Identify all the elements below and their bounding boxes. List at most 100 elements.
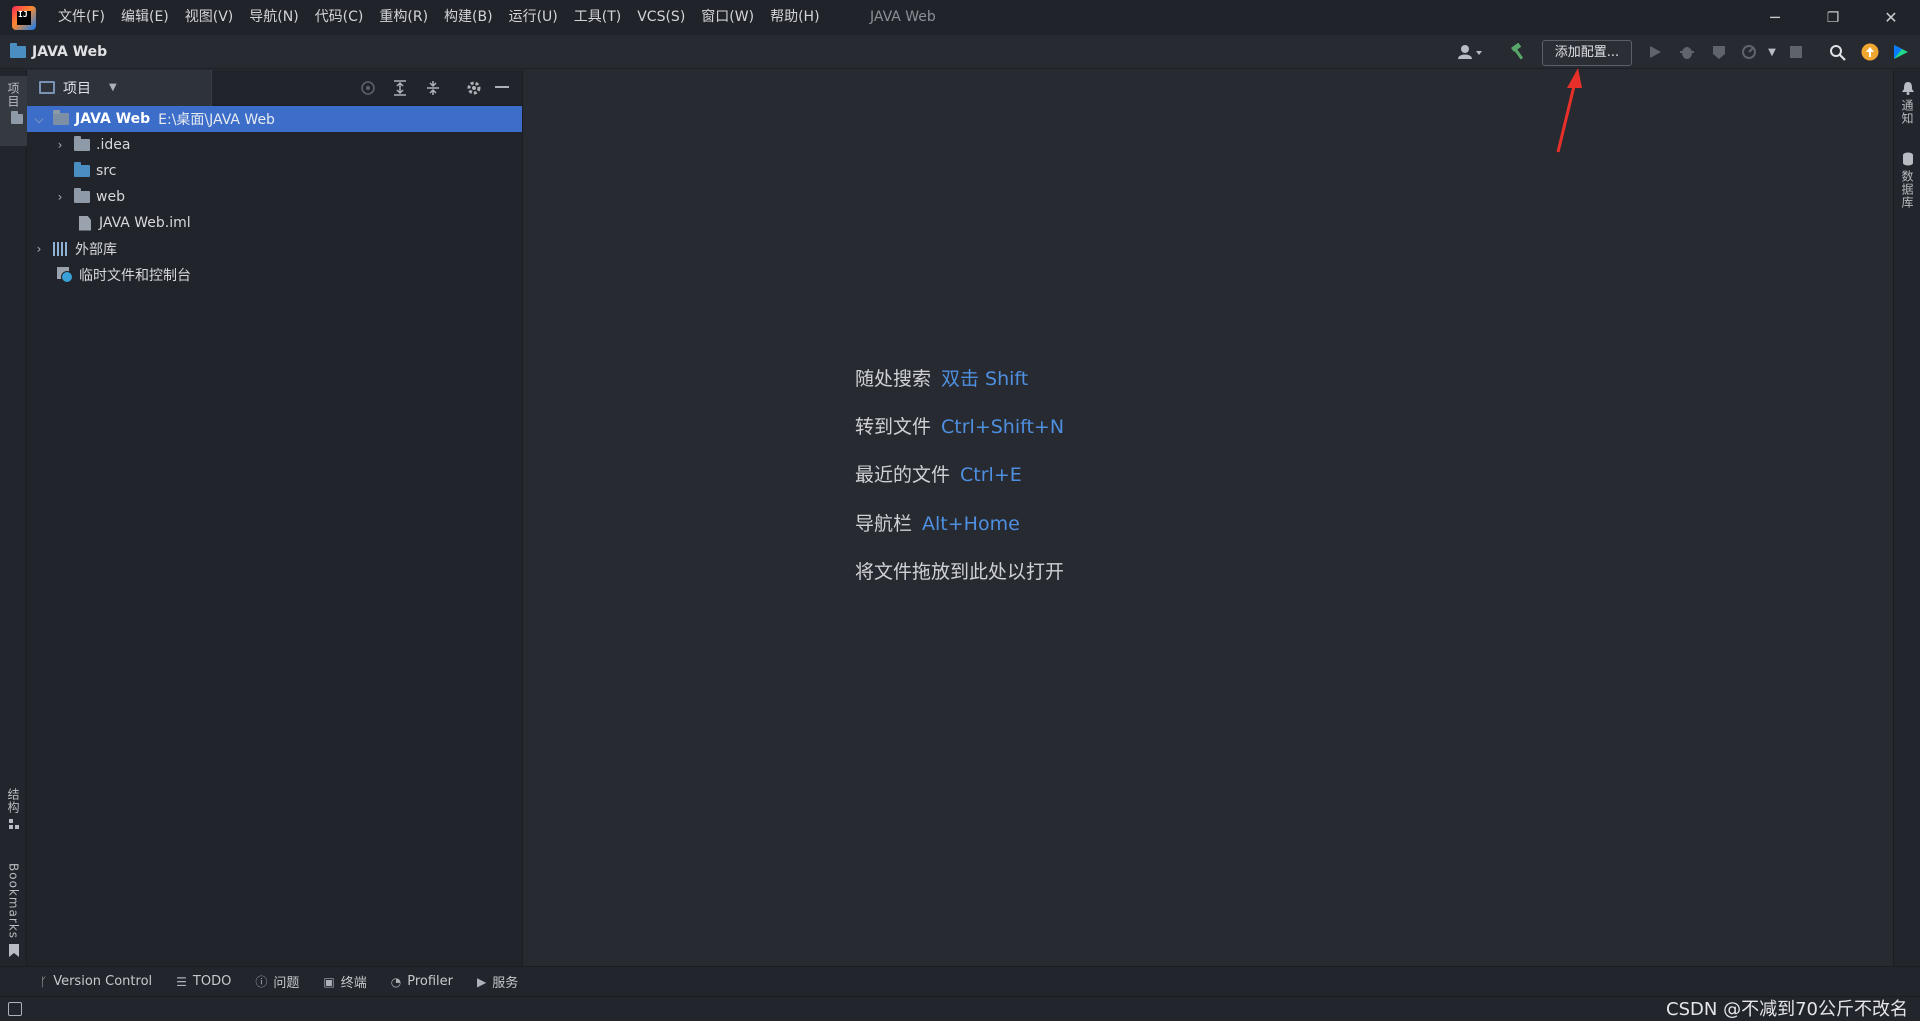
close-button[interactable]: ✕: [1862, 0, 1920, 35]
user-menu-icon[interactable]: [1452, 35, 1490, 69]
profiler-tab[interactable]: ◔ Profiler: [391, 974, 453, 989]
database-tool-tab-label: 数据库: [1900, 170, 1914, 209]
hint-shortcut: 双击 Shift: [941, 368, 1029, 390]
search-everywhere-icon[interactable]: [1823, 35, 1851, 69]
breadcrumb[interactable]: JAVA Web: [10, 42, 107, 60]
terminal-icon: ▣: [323, 974, 335, 989]
menu-window[interactable]: 窗口(W): [693, 0, 762, 35]
menu-vcs[interactable]: VCS(S): [629, 0, 693, 35]
tree-row-src[interactable]: src: [27, 158, 522, 184]
hint-recent-files: 最近的文件 Ctrl+E: [855, 460, 1022, 487]
stop-icon[interactable]: [1782, 35, 1810, 69]
notifications-tool-tab[interactable]: 通知: [1894, 82, 1920, 125]
tree-row-project-root[interactable]: ⌵ JAVA Web E:\桌面\JAVA Web: [27, 106, 522, 132]
structure-tool-tab-label: 结构: [6, 788, 20, 814]
tree-row-label: web: [96, 189, 125, 205]
hint-drop-files: 将文件拖放到此处以打开: [855, 557, 1064, 584]
hint-goto-file: 转到文件 Ctrl+Shift+N: [855, 412, 1064, 439]
tab-label: 问题: [273, 976, 300, 991]
run-icon[interactable]: [1641, 35, 1669, 69]
profiler-icon: ◔: [390, 974, 402, 989]
collapse-all-icon[interactable]: [418, 70, 448, 106]
bookmarks-tool-tab-label: Bookmarks: [6, 863, 21, 940]
branch-icon: ᚴ: [40, 974, 48, 989]
expand-all-icon[interactable]: [385, 70, 415, 106]
hint-text: 随处搜索: [855, 368, 932, 390]
menu-tools[interactable]: 工具(T): [566, 0, 629, 35]
menu-refactor[interactable]: 重构(R): [371, 0, 436, 35]
editor-empty-area[interactable]: 随处搜索 双击 Shift 转到文件 Ctrl+Shift+N 最近的文件 Ctrl+…: [523, 70, 1893, 966]
annotation-arrow-icon: [1556, 68, 1582, 153]
gear-icon[interactable]: [459, 70, 489, 106]
tree-row-web[interactable]: › web: [27, 184, 522, 210]
library-icon: [53, 242, 69, 256]
tree-row-iml-file[interactable]: JAVA Web.iml: [27, 210, 522, 236]
tab-label: Version Control: [53, 974, 153, 989]
toggle-tool-windows-icon[interactable]: [8, 1002, 22, 1016]
tree-row-label: src: [96, 163, 117, 179]
services-play-icon: ▶: [476, 974, 487, 989]
menu-view[interactable]: 视图(V): [177, 0, 242, 35]
navigation-bar: JAVA Web: [0, 35, 1920, 69]
project-view-selector[interactable]: 项目 ▼: [27, 69, 212, 106]
database-tool-tab[interactable]: 数据库: [1894, 152, 1920, 209]
tree-row-scratches[interactable]: 临时文件和控制台: [27, 262, 522, 288]
tree-row-external-libraries[interactable]: › 外部库: [27, 236, 522, 262]
menu-code[interactable]: 代码(C): [307, 0, 372, 35]
chevron-down-icon: ▼: [109, 82, 117, 93]
add-configuration-button[interactable]: 添加配置...: [1542, 40, 1632, 66]
project-folder-icon: [10, 42, 26, 58]
menu-file[interactable]: 文件(F): [50, 0, 113, 35]
structure-tool-tab[interactable]: 结构: [0, 788, 27, 830]
intellij-logo-icon[interactable]: IJ: [12, 5, 36, 30]
bell-icon: [1901, 82, 1914, 95]
hide-panel-icon[interactable]: [487, 70, 517, 106]
tab-label: Profiler: [407, 974, 453, 989]
terminal-tab[interactable]: ▣ 终端: [323, 972, 367, 992]
coverage-icon[interactable]: [1705, 35, 1733, 69]
menu-navigate[interactable]: 导航(N): [241, 0, 306, 35]
tree-row-label: .idea: [96, 137, 131, 153]
source-folder-icon: [74, 162, 90, 177]
restore-button[interactable]: ❐: [1804, 0, 1862, 35]
hint-search-everywhere: 随处搜索 双击 Shift: [855, 364, 1028, 391]
left-tool-strip: 项目 结构 Bookmarks: [0, 70, 27, 966]
menu-build[interactable]: 构建(B): [436, 0, 501, 35]
chevron-right-icon[interactable]: ›: [52, 138, 68, 152]
project-root-folder-icon: [53, 110, 69, 125]
tree-row-label: 临时文件和控制台: [79, 268, 191, 284]
minimize-button[interactable]: ─: [1746, 0, 1804, 35]
build-hammer-icon[interactable]: [1505, 35, 1533, 69]
hint-shortcut: Ctrl+Shift+N: [941, 416, 1065, 438]
update-available-icon[interactable]: [1856, 35, 1884, 69]
hint-shortcut: Alt+Home: [922, 513, 1020, 535]
window-title: JAVA Web: [870, 9, 936, 25]
tab-label: 终端: [340, 976, 367, 991]
problems-tab[interactable]: ⓘ 问题: [255, 972, 299, 991]
menu-edit[interactable]: 编辑(E): [113, 0, 177, 35]
hint-text: 将文件拖放到此处以打开: [855, 561, 1065, 583]
version-control-tab[interactable]: ᚴ Version Control: [40, 974, 152, 989]
project-tool-tab[interactable]: 项目: [0, 76, 27, 146]
web-folder-icon: [74, 188, 90, 203]
services-tab[interactable]: ▶ 服务: [476, 972, 519, 992]
select-opened-file-icon[interactable]: [353, 70, 383, 106]
chevron-right-icon[interactable]: ›: [31, 242, 47, 256]
menu-run[interactable]: 运行(U): [501, 0, 566, 35]
structure-icon: [8, 819, 19, 829]
tree-row-idea[interactable]: › .idea: [27, 132, 522, 158]
list-icon: ☰: [176, 974, 187, 989]
bookmark-icon: [8, 944, 19, 958]
info-icon: ⓘ: [255, 975, 268, 989]
status-bar: CSDN @不减到70公斤不改名: [0, 996, 1920, 1021]
jetbrains-toolbox-icon[interactable]: [1887, 35, 1915, 69]
project-tool-tab-label: 项目: [6, 82, 20, 108]
menu-help[interactable]: 帮助(H): [762, 0, 827, 35]
tab-label: 服务: [492, 976, 519, 991]
chevron-right-icon[interactable]: ›: [52, 190, 68, 204]
project-view-icon: [39, 81, 55, 94]
bookmarks-tool-tab[interactable]: Bookmarks: [0, 863, 27, 958]
todo-tab[interactable]: ☰ TODO: [176, 974, 231, 989]
debug-icon[interactable]: [1673, 35, 1701, 69]
chevron-down-icon[interactable]: ⌵: [31, 112, 47, 127]
